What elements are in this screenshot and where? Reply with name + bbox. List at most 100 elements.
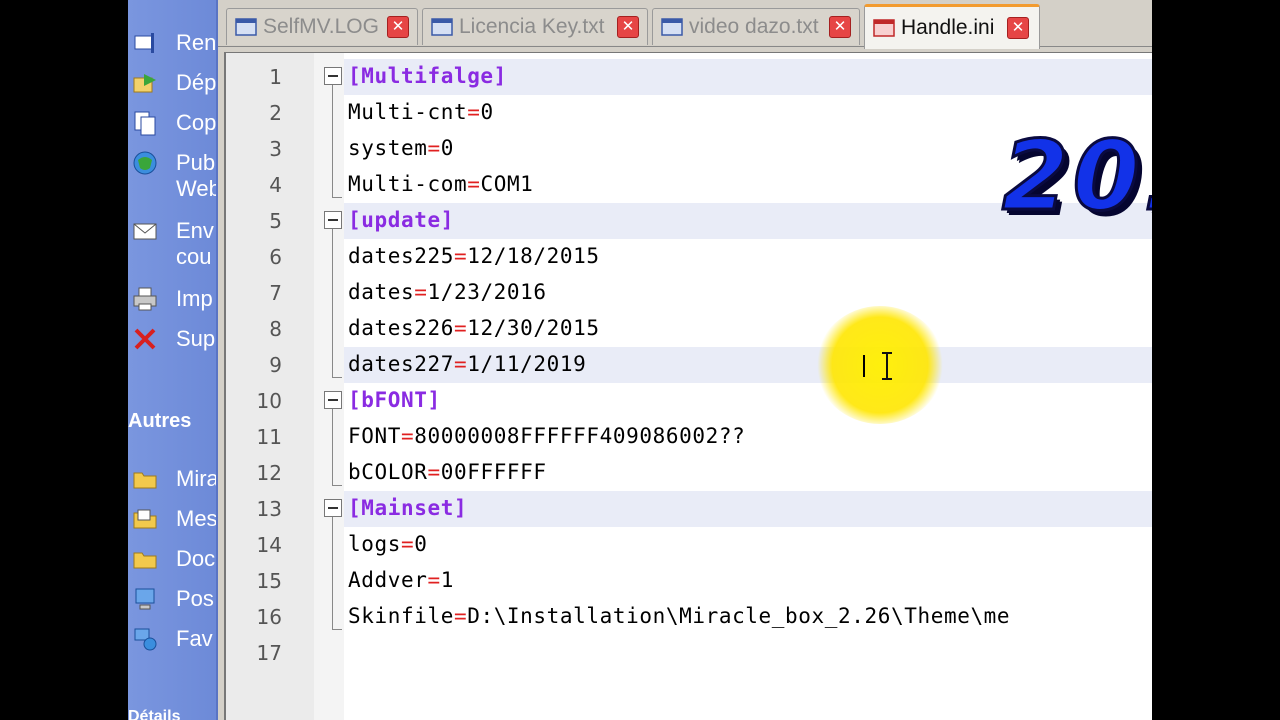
details-header[interactable]: Détails [128,708,180,720]
line-number: 16 [256,605,282,629]
place-documents[interactable]: Doc [128,544,216,574]
ini-key: Multi-com [348,172,468,196]
fold-collapse-icon[interactable] [324,391,342,409]
place-my-documents[interactable]: Mes [128,504,216,534]
ini-key-value: dates227=1/11/2019 [348,352,586,376]
close-tab-icon[interactable]: ✕ [829,16,851,38]
editor-line[interactable]: 7 dates=1/23/2016 [226,275,1152,311]
print-icon [133,287,157,311]
task-publish-web[interactable]: Pub Web [128,148,216,204]
fold-collapse-icon[interactable] [324,499,342,517]
ini-key: dates226 [348,316,454,340]
task-print[interactable]: Imp [128,284,216,314]
line-content[interactable]: Skinfile=D:\Installation\Miracle_box_2.2… [344,599,1152,635]
ini-key-value: system=0 [348,136,454,160]
task-label: Sup [176,326,216,351]
editor-line[interactable]: 13 [Mainset] [226,491,1152,527]
line-number: 6 [269,245,282,269]
close-tab-icon[interactable]: ✕ [1007,17,1029,39]
line-number: 17 [256,641,282,665]
task-delete[interactable]: Sup [128,324,216,354]
line-number: 11 [256,425,282,449]
ini-key: Skinfile [348,604,454,628]
line-number: 4 [269,173,282,197]
editor-line[interactable]: 10 [bFONT] [226,383,1152,419]
line-content[interactable]: dates225=12/18/2015 [344,239,1152,275]
line-content[interactable]: dates226=12/30/2015 [344,311,1152,347]
line-number: 13 [256,497,282,521]
ini-key-value: Skinfile=D:\Installation\Miracle_box_2.2… [348,604,1010,628]
ini-value: 80000008FFFFFF409086002?? [414,424,746,448]
fold-guide-line [332,517,333,629]
my-documents-icon [133,509,157,529]
text-caret [863,355,865,377]
line-content[interactable]: logs=0 [344,527,1152,563]
close-tab-icon[interactable]: ✕ [387,16,409,38]
ini-key: dates [348,280,415,304]
ini-key: Addver [348,568,428,592]
task-email[interactable]: Env cou [128,216,216,272]
line-content[interactable]: Addver=1 [344,563,1152,599]
editor-line[interactable]: 14 logs=0 [226,527,1152,563]
tab-handle-ini[interactable]: Handle.ini ✕ [864,4,1040,49]
delete-icon [134,328,156,350]
equals-sign: = [427,568,441,592]
fold-collapse-icon[interactable] [324,211,342,229]
equals-sign: = [467,100,481,124]
task-rename[interactable]: Ren [128,28,216,58]
editor-line[interactable]: 6 dates225=12/18/2015 [226,239,1152,275]
line-content[interactable] [344,635,1152,671]
equals-sign: = [453,352,468,376]
line-number: 9 [269,353,282,377]
line-content[interactable]: dates227=1/11/2019 [344,347,1152,383]
task-copy[interactable]: Cop [128,108,216,138]
ini-key: dates227 [348,352,454,376]
ini-value: D:\Installation\Miracle_box_2.26\Theme\m… [467,604,1011,628]
ibeam-cursor-icon [882,352,892,380]
line-content[interactable]: FONT=80000008FFFFFF409086002?? [344,419,1152,455]
section-name: [Mainset] [348,496,468,520]
tab-label: Licencia Key.txt [459,15,605,38]
editor-line[interactable]: 9 dates227=1/11/2019 [226,347,1152,383]
other-places-header[interactable]: Autres [128,410,191,433]
tab-label: SelfMV.LOG [263,15,379,38]
ini-key: dates225 [348,244,454,268]
folder-icon [133,472,157,489]
close-tab-icon[interactable]: ✕ [617,16,639,38]
editor-line[interactable]: 1 [Multifalge] [226,59,1152,95]
editor-line[interactable]: 11 FONT=80000008FFFFFF409086002?? [226,419,1152,455]
equals-sign: = [427,136,441,160]
editor-line[interactable]: 8 dates226=12/30/2015 [226,311,1152,347]
tab-video-dazo[interactable]: video dazo.txt ✕ [652,8,860,45]
line-content[interactable]: bCOLOR=00FFFFFF [344,455,1152,491]
ini-section-header: [Mainset] [348,496,467,520]
document-icon [235,18,257,36]
equals-sign: = [467,172,481,196]
task-move[interactable]: Dép [128,68,216,98]
line-content[interactable]: [Mainset] [344,491,1152,527]
line-content[interactable]: [bFONT] [344,383,1152,419]
ini-key-value: logs=0 [348,532,427,556]
document-icon [431,18,453,36]
editor-line[interactable]: 17 [226,635,1152,671]
fold-end-marker [332,377,342,378]
editor-line[interactable]: 15 Addver=1 [226,563,1152,599]
fold-collapse-icon[interactable] [324,67,342,85]
ini-key: logs [348,532,401,556]
fold-guide-line [332,409,333,485]
line-content[interactable]: [Multifalge] [344,59,1152,95]
editor-line[interactable]: 12 bCOLOR=00FFFFFF [226,455,1152,491]
folder-icon [133,552,157,569]
fold-end-marker [332,197,342,198]
editor-line[interactable]: 16 Skinfile=D:\Installation\Miracle_box_2… [226,599,1152,635]
move-icon [133,74,156,93]
place-network[interactable]: Fav [128,624,216,654]
line-number: 2 [269,101,282,125]
place-miracle[interactable]: Mira [128,464,216,494]
line-content[interactable]: dates=1/23/2016 [344,275,1152,311]
tab-licencia-key[interactable]: Licencia Key.txt ✕ [422,8,648,45]
line-number: 14 [256,533,282,557]
tab-selfmv-log[interactable]: SelfMV.LOG ✕ [226,8,418,45]
explorer-task-pane: Ren Dép Cop Pub Web Env cou Imp Sup Autr [128,0,218,720]
place-my-computer[interactable]: Pos [128,584,216,614]
